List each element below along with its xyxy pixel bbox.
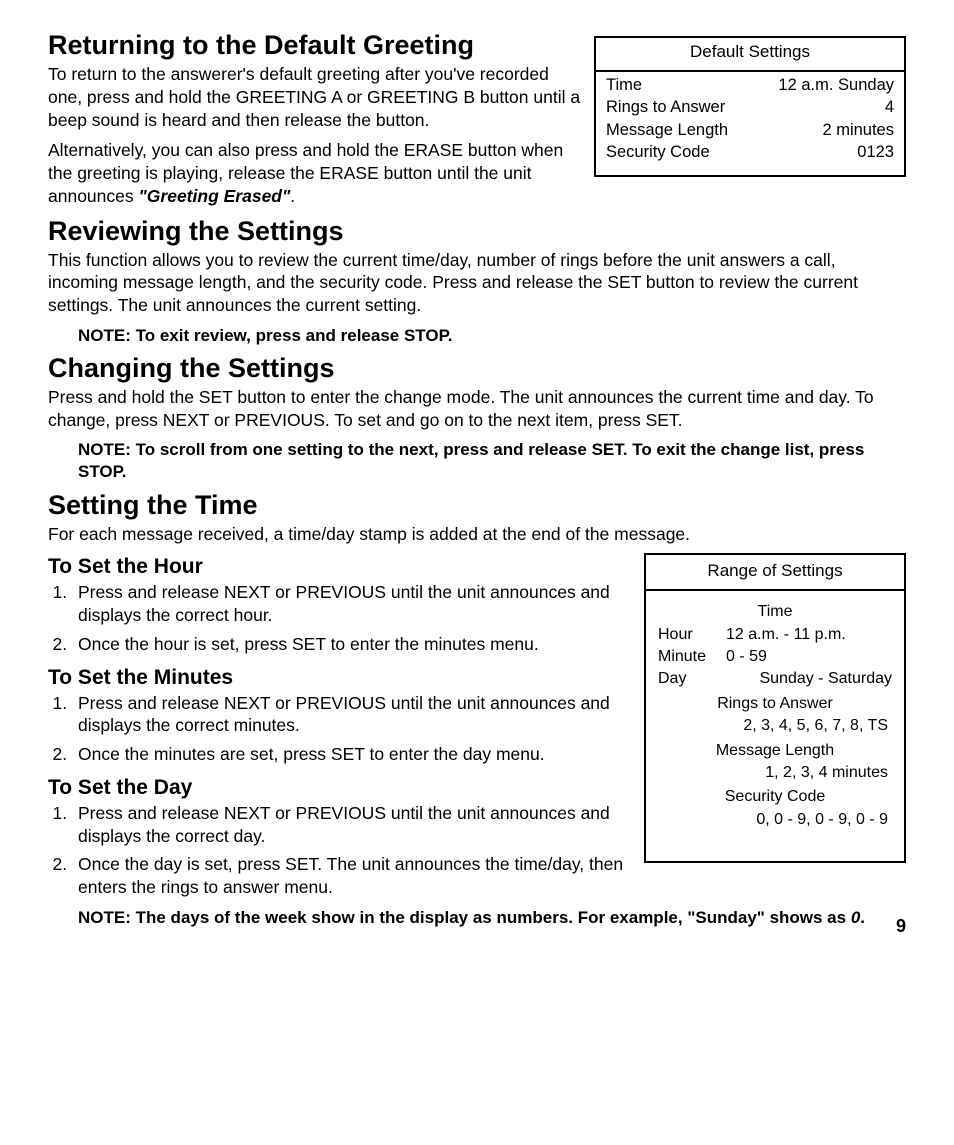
range-rings-val: 2, 3, 4, 5, 6, 7, 8, TS (658, 715, 892, 737)
list-item: Press and release NEXT or PREVIOUS until… (72, 692, 653, 738)
text: NOTE: The days of the week show in the d… (78, 908, 851, 927)
heading-changing: Changing the Settings (48, 353, 906, 384)
range-val: 12 a.m. - 11 p.m. (726, 624, 892, 646)
text: . (290, 186, 295, 206)
page-number: 9 (896, 916, 906, 937)
setting-val: 4 (885, 96, 894, 118)
text: Alternatively, you can also press and ho… (48, 140, 563, 206)
list-item: Once the minutes are set, press SET to e… (72, 743, 653, 766)
greeting-erased-quote: "Greeting Erased" (139, 186, 291, 206)
range-msg-label: Message Length (658, 740, 892, 762)
range-key: Minute (658, 646, 726, 668)
range-body: Time Hour 12 a.m. - 11 p.m. Minute 0 - 5… (646, 591, 904, 861)
paragraph: Press and hold the SET button to enter t… (48, 386, 906, 432)
range-of-settings-box: Range of Settings Time Hour 12 a.m. - 11… (644, 553, 906, 863)
range-row: Day Sunday - Saturday (658, 668, 892, 690)
ordered-list: Press and release NEXT or PREVIOUS until… (48, 692, 653, 766)
note-exit-review: NOTE: To exit review, press and release … (78, 325, 906, 347)
range-key: Day (658, 668, 726, 690)
paragraph: This function allows you to review the c… (48, 249, 906, 317)
list-item: Once the hour is set, press SET to enter… (72, 633, 653, 656)
note-scroll-settings: NOTE: To scroll from one setting to the … (78, 439, 906, 483)
table-row: Message Length 2 minutes (606, 119, 894, 141)
range-row: Hour 12 a.m. - 11 p.m. (658, 624, 892, 646)
range-sec-label: Security Code (658, 786, 892, 808)
setting-val: 0123 (857, 141, 894, 163)
list-item: Press and release NEXT or PREVIOUS until… (72, 581, 653, 627)
manual-page: Default Settings Time 12 a.m. Sunday Rin… (0, 0, 954, 959)
zero-example: 0 (851, 908, 860, 927)
default-settings-title: Default Settings (596, 38, 904, 72)
range-title: Range of Settings (646, 555, 904, 591)
section-changing-settings: Changing the Settings Press and hold the… (48, 353, 906, 484)
setting-key: Time (606, 74, 642, 96)
heading-set-minutes: To Set the Minutes (48, 666, 653, 690)
paragraph: For each message received, a time/day st… (48, 523, 906, 546)
table-row: Rings to Answer 4 (606, 96, 894, 118)
setting-val: 2 minutes (822, 119, 894, 141)
heading-reviewing: Reviewing the Settings (48, 216, 906, 247)
subsection-set-minutes: To Set the Minutes Press and release NEX… (48, 666, 653, 766)
note-days-as-numbers: NOTE: The days of the week show in the d… (78, 907, 906, 929)
range-time-label: Time (658, 601, 892, 623)
heading-setting-time: Setting the Time (48, 490, 906, 521)
setting-val: 12 a.m. Sunday (778, 74, 894, 96)
range-val: Sunday - Saturday (726, 668, 892, 690)
default-settings-box: Default Settings Time 12 a.m. Sunday Rin… (594, 36, 906, 177)
ordered-list: Press and release NEXT or PREVIOUS until… (48, 581, 653, 655)
list-item: Press and release NEXT or PREVIOUS until… (72, 802, 638, 848)
text: . (860, 908, 865, 927)
range-key: Hour (658, 624, 726, 646)
range-row: Minute 0 - 59 (658, 646, 892, 668)
range-val: 0 - 59 (726, 646, 892, 668)
range-sec-val: 0, 0 - 9, 0 - 9, 0 - 9 (658, 809, 892, 831)
default-settings-body: Time 12 a.m. Sunday Rings to Answer 4 Me… (596, 72, 904, 175)
heading-set-hour: To Set the Hour (48, 555, 653, 579)
table-row: Security Code 0123 (606, 141, 894, 163)
setting-key: Message Length (606, 119, 728, 141)
setting-key: Security Code (606, 141, 710, 163)
range-rings-label: Rings to Answer (658, 693, 892, 715)
setting-key: Rings to Answer (606, 96, 725, 118)
range-msg-val: 1, 2, 3, 4 minutes (658, 762, 892, 784)
section-reviewing-settings: Reviewing the Settings This function all… (48, 216, 906, 347)
table-row: Time 12 a.m. Sunday (606, 74, 894, 96)
subsection-set-hour: To Set the Hour Press and release NEXT o… (48, 555, 653, 655)
section-setting-time: Setting the Time For each message receiv… (48, 490, 906, 546)
